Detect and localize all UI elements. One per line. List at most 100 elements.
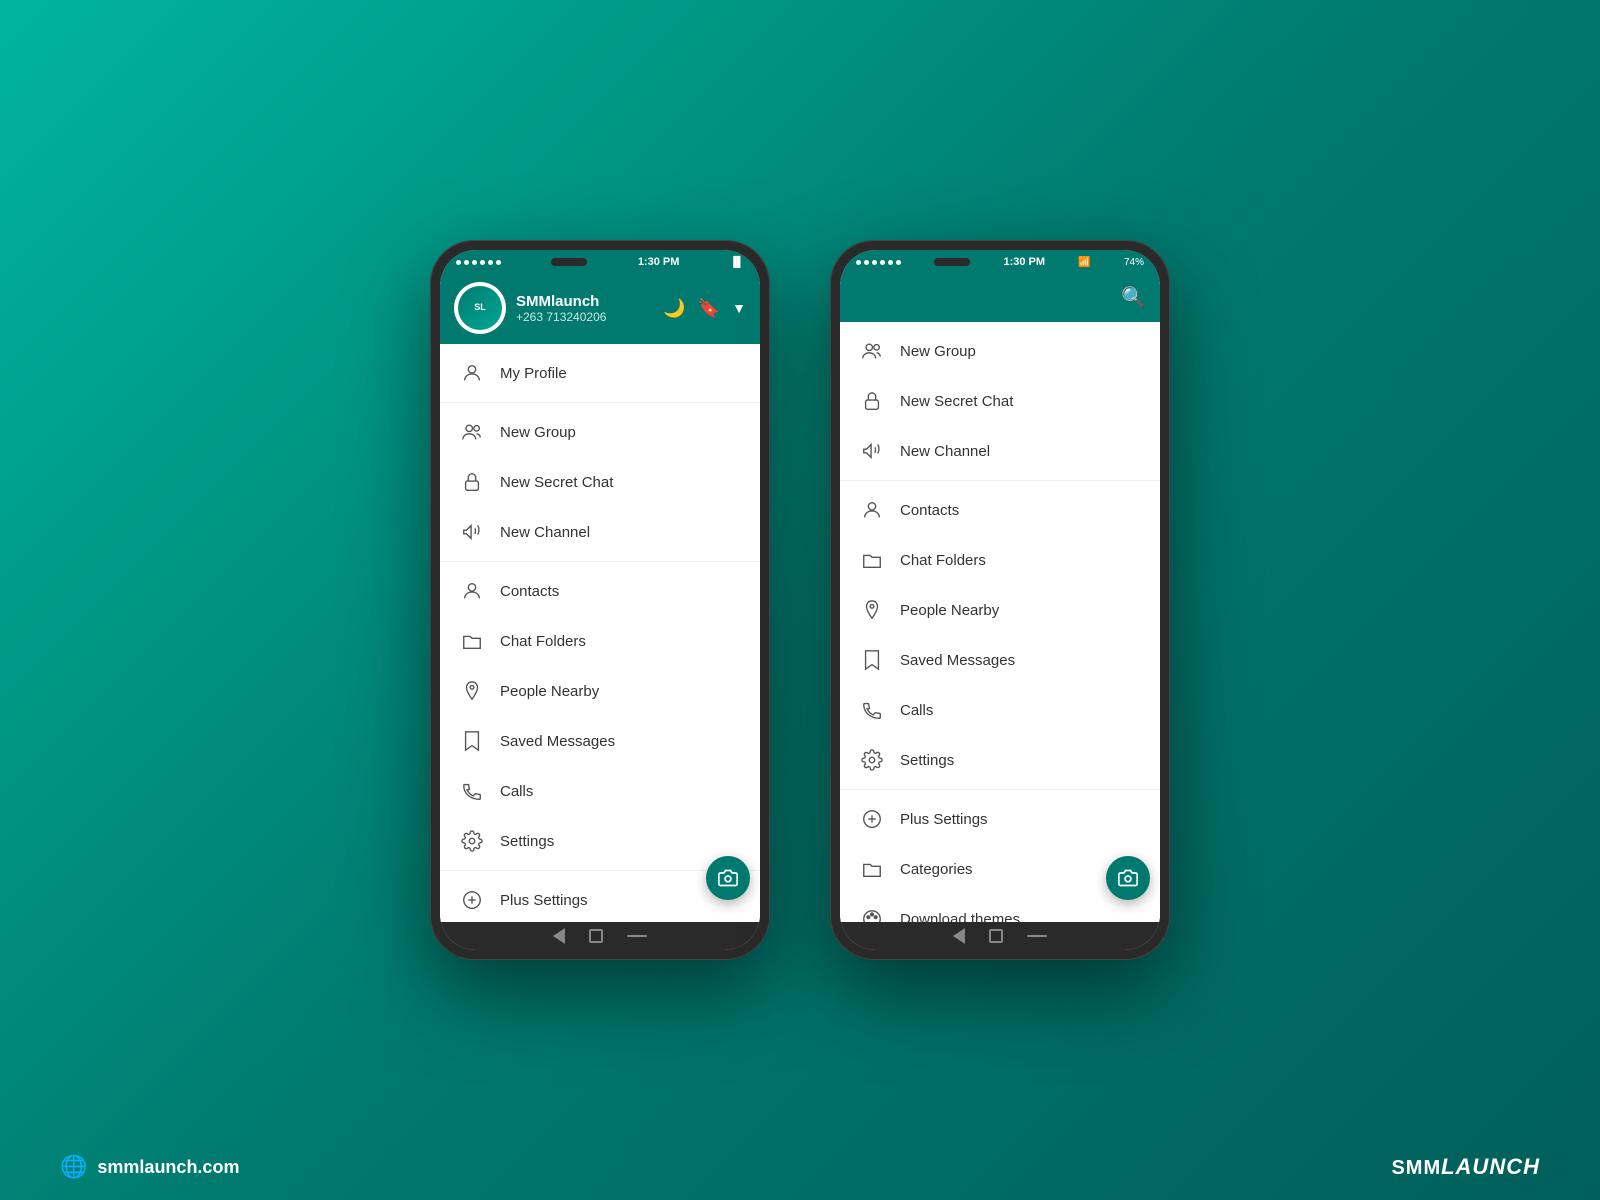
profile-name: SMMlaunch xyxy=(516,293,663,310)
chevron-down-icon[interactable]: ▼ xyxy=(732,300,746,316)
my-profile-label: My Profile xyxy=(500,365,567,382)
settings-label-2: Settings xyxy=(900,752,954,769)
time-2: 1:30 PM xyxy=(1003,256,1045,268)
battery-1: ▐▌ xyxy=(730,257,744,268)
menu-item-new-secret-1[interactable]: New Secret Chat xyxy=(440,457,760,507)
menu-item-calls-1[interactable]: Calls xyxy=(440,766,760,816)
bottom-nav-1 xyxy=(440,922,760,950)
nav-back-2[interactable] xyxy=(953,928,965,944)
menu-section-other-2: Contacts Chat Folders Peop xyxy=(840,481,1160,790)
menu-item-plus-settings-2[interactable]: Plus Settings xyxy=(840,794,1160,844)
people-nearby-label-2: People Nearby xyxy=(900,602,999,619)
new-channel-label-2: New Channel xyxy=(900,443,990,460)
menu-section-create: New Group New Secret Chat xyxy=(440,403,760,562)
chat-folders-label-1: Chat Folders xyxy=(500,633,586,650)
footer-brand: SMMLAUNCH xyxy=(1391,1154,1540,1180)
menu-item-new-group-1[interactable]: New Group xyxy=(440,407,760,457)
new-secret-label-2: New Secret Chat xyxy=(900,393,1013,410)
signal-dots-1 xyxy=(456,260,501,265)
menu-item-calls-2[interactable]: Calls xyxy=(840,685,1160,735)
menu-section-extra-2: Plus Settings Categories D xyxy=(840,790,1160,922)
lock-icon xyxy=(460,470,484,494)
categories-label-2: Categories xyxy=(900,861,973,878)
plus-settings-label-1: Plus Settings xyxy=(500,892,588,909)
gear-icon xyxy=(460,829,484,853)
menu-item-download-themes[interactable]: Download themes xyxy=(840,894,1160,922)
plus-settings-label-2: Plus Settings xyxy=(900,811,988,828)
menu-list-2: New Group New Secret Chat xyxy=(840,322,1160,922)
calls-label-2: Calls xyxy=(900,702,933,719)
profile-avatar[interactable]: SL xyxy=(454,282,506,334)
folder-outline-icon-2 xyxy=(860,857,884,881)
menu-item-saved-messages-2[interactable]: Saved Messages xyxy=(840,635,1160,685)
header-icons-1: 🌙 🔖 ▼ xyxy=(663,298,746,319)
folder-icon-2 xyxy=(860,548,884,572)
phone-2-screen: 1:30 PM 📶 74% 🔍 Official cha ned a me ✓✓… xyxy=(840,250,1160,950)
group-icon xyxy=(460,420,484,444)
search-icon-2[interactable]: 🔍 xyxy=(1121,285,1146,310)
new-group-label-2: New Group xyxy=(900,343,976,360)
new-secret-label-1: New Secret Chat xyxy=(500,474,613,491)
phone1-header: SL SMMlaunch +263 713240206 🌙 🔖 ▼ xyxy=(440,272,760,344)
location-icon-2 xyxy=(860,598,884,622)
menu-item-my-profile[interactable]: My Profile xyxy=(440,348,760,398)
menu-item-contacts-2[interactable]: Contacts xyxy=(840,485,1160,535)
nav-recent-2[interactable] xyxy=(1027,935,1047,937)
menu-item-settings-1[interactable]: Settings xyxy=(440,816,760,866)
plus-circle-icon xyxy=(460,888,484,912)
wifi-icon: 📶 xyxy=(1078,257,1090,268)
moon-icon[interactable]: 🌙 xyxy=(663,298,685,319)
menu-item-chat-folders-1[interactable]: Chat Folders xyxy=(440,616,760,666)
profile-phone: +263 713240206 xyxy=(516,310,663,324)
settings-label-1: Settings xyxy=(500,833,554,850)
menu-item-people-nearby-1[interactable]: People Nearby xyxy=(440,666,760,716)
fab-camera-2[interactable] xyxy=(1106,856,1150,900)
menu-item-saved-messages-1[interactable]: Saved Messages xyxy=(440,716,760,766)
lock-icon-2 xyxy=(860,389,884,413)
nav-back-1[interactable] xyxy=(553,928,565,944)
phone-1-screen: 1:30 PM ▐▌ SL SMMlaunch +263 713240206 🌙… xyxy=(440,250,760,950)
bookmark-icon-header[interactable]: 🔖 xyxy=(698,298,720,319)
person-icon xyxy=(460,361,484,385)
fab-camera-1[interactable] xyxy=(706,856,750,900)
menu-item-new-channel-2[interactable]: New Channel xyxy=(840,426,1160,476)
new-group-label-1: New Group xyxy=(500,424,576,441)
battery-2: 74% xyxy=(1124,257,1144,268)
phone2-header: 🔍 xyxy=(840,272,1160,322)
bookmark-icon xyxy=(460,729,484,753)
person-outline-icon xyxy=(460,579,484,603)
menu-item-new-channel-1[interactable]: New Channel xyxy=(440,507,760,557)
menu-list-1: My Profile New Group xyxy=(440,344,760,922)
nav-recent-1[interactable] xyxy=(627,935,647,937)
nav-home-1[interactable] xyxy=(589,929,603,943)
menu-section-profile: My Profile xyxy=(440,344,760,403)
megaphone-icon-2 xyxy=(860,439,884,463)
palette-icon xyxy=(860,907,884,922)
phone-icon xyxy=(460,779,484,803)
menu-section-other: Contacts Chat Folders Peop xyxy=(440,562,760,871)
profile-info: SMMlaunch +263 713240206 xyxy=(506,293,663,324)
status-bar-2: 1:30 PM 📶 74% xyxy=(840,250,1160,272)
notch-2 xyxy=(934,258,970,266)
menu-item-people-nearby-2[interactable]: People Nearby xyxy=(840,585,1160,635)
globe-icon: 🌐 xyxy=(60,1154,87,1180)
download-themes-label: Download themes xyxy=(900,911,1020,923)
contacts-label-1: Contacts xyxy=(500,583,559,600)
menu-item-new-group-2[interactable]: New Group xyxy=(840,326,1160,376)
menu-item-settings-2[interactable]: Settings xyxy=(840,735,1160,785)
menu-item-chat-folders-2[interactable]: Chat Folders xyxy=(840,535,1160,585)
bookmark-icon-2 xyxy=(860,648,884,672)
menu-item-contacts-1[interactable]: Contacts xyxy=(440,566,760,616)
contacts-label-2: Contacts xyxy=(900,502,959,519)
saved-messages-label-1: Saved Messages xyxy=(500,733,615,750)
chat-folders-label-2: Chat Folders xyxy=(900,552,986,569)
megaphone-icon xyxy=(460,520,484,544)
phone-2: 1:30 PM 📶 74% 🔍 Official cha ned a me ✓✓… xyxy=(830,240,1170,960)
notch-1 xyxy=(551,258,587,266)
folder-icon xyxy=(460,629,484,653)
person-outline-icon-2 xyxy=(860,498,884,522)
saved-messages-label-2: Saved Messages xyxy=(900,652,1015,669)
menu-item-new-secret-2[interactable]: New Secret Chat xyxy=(840,376,1160,426)
nav-home-2[interactable] xyxy=(989,929,1003,943)
footer-left: 🌐 smmlaunch.com xyxy=(60,1154,239,1180)
